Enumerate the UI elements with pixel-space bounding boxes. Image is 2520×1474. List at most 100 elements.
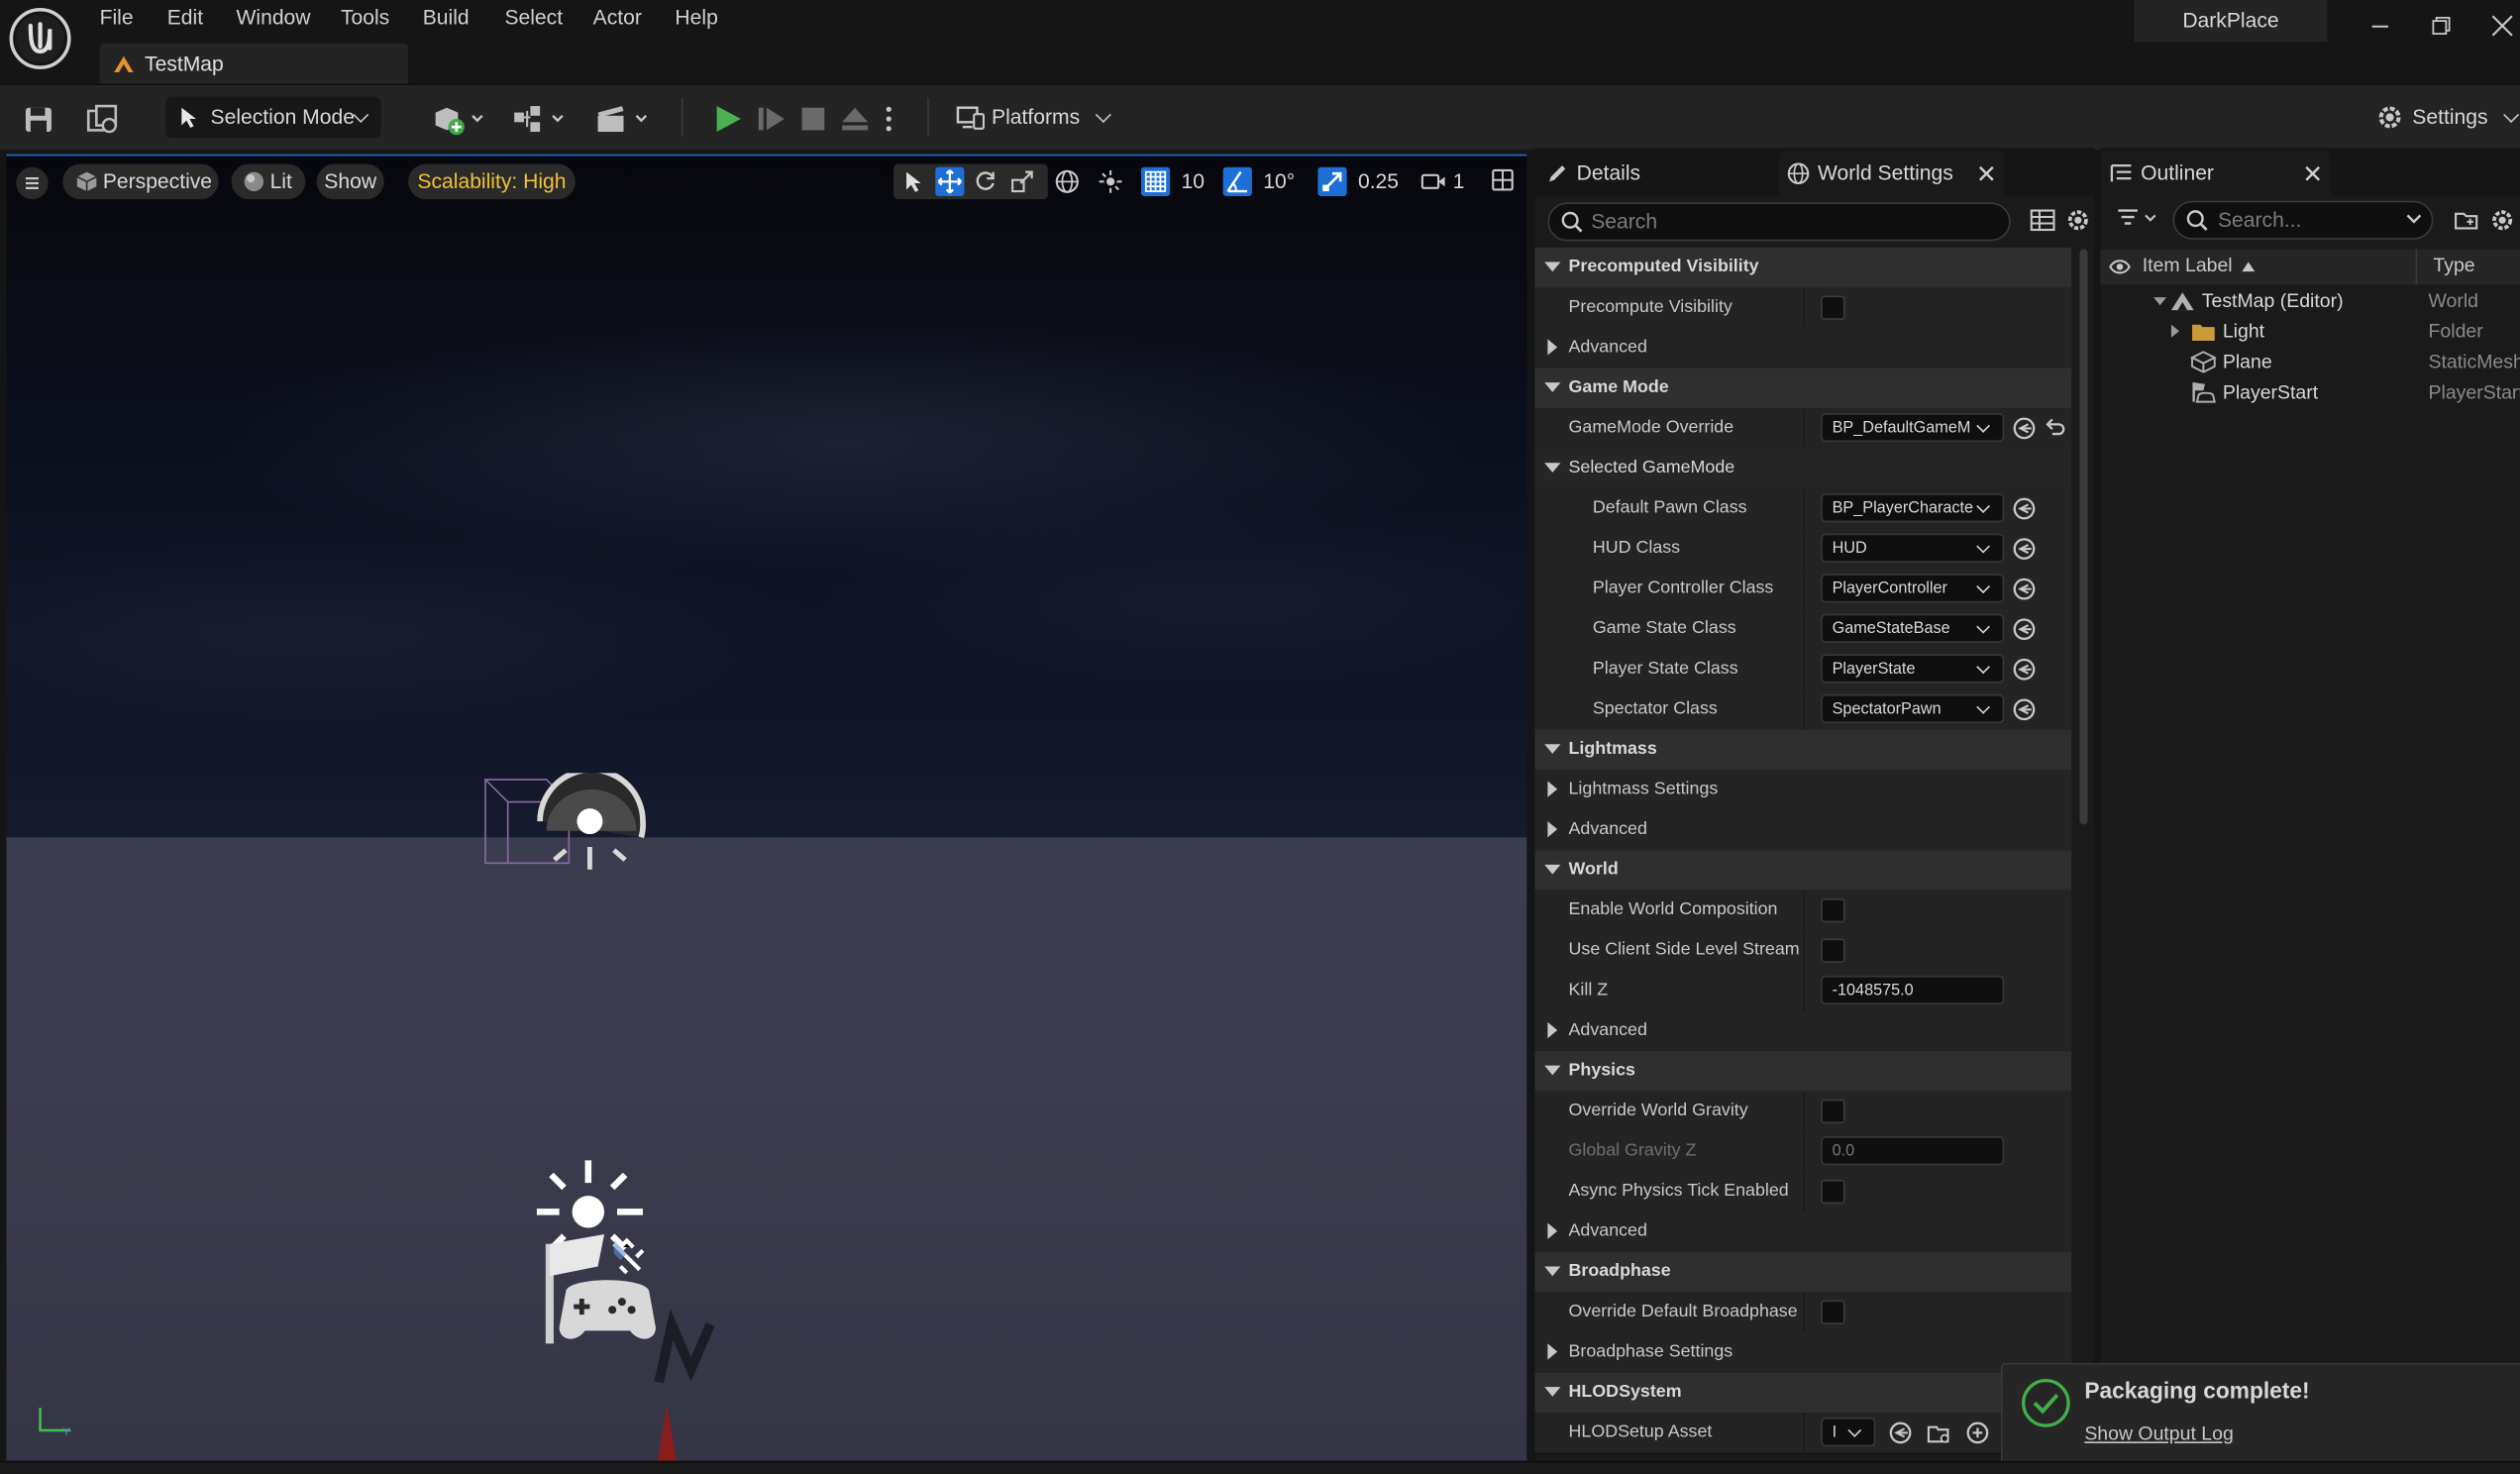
level-viewport[interactable]: Perspective Lit Show Scalability: High 1…	[6, 154, 1527, 1461]
property-row[interactable]: Advanced	[1534, 809, 2072, 852]
eject-icon[interactable]	[839, 103, 871, 135]
scale-snap-button[interactable]: 0.25	[1314, 163, 1405, 199]
expand-arrow-icon[interactable]	[1544, 1065, 1561, 1076]
filter-icon[interactable]	[2117, 207, 2158, 230]
outliner-item[interactable]: Plane StaticMesh	[2101, 347, 2520, 377]
outliner-search-input[interactable]: Search...	[2172, 200, 2434, 240]
number-input[interactable]: -1048575.0	[1821, 975, 2005, 1005]
class-picker-dropdown[interactable]: HUD	[1821, 533, 2005, 563]
property-row[interactable]: HLODSystem	[1534, 1372, 2072, 1415]
class-picker-dropdown[interactable]: BP_DefaultGameM	[1821, 412, 2005, 443]
property-checkbox[interactable]	[1821, 1300, 1845, 1324]
close-window-icon[interactable]	[2486, 10, 2518, 42]
menu-edit[interactable]: Edit	[167, 5, 203, 31]
menu-help[interactable]: Help	[675, 5, 717, 31]
unreal-logo-icon[interactable]	[8, 6, 72, 70]
tab-details[interactable]: Details	[1543, 152, 1768, 196]
expand-arrow-icon[interactable]	[1544, 1387, 1561, 1397]
cinematics-icon[interactable]	[594, 103, 652, 135]
table-view-icon[interactable]	[2030, 207, 2055, 233]
expand-arrow-icon[interactable]	[1544, 463, 1561, 474]
property-row[interactable]: Advanced	[1534, 327, 2072, 370]
camera-speed-button[interactable]: 1	[1418, 163, 1475, 199]
tab-outliner[interactable]: Outliner	[2100, 151, 2331, 196]
rotate-tool-icon[interactable]	[974, 170, 997, 193]
perspective-button[interactable]: Perspective	[62, 163, 219, 200]
scalability-button[interactable]: Scalability: High	[408, 163, 576, 200]
class-picker-dropdown[interactable]: SpectatorPawn	[1821, 693, 2005, 724]
details-scrollbar[interactable]	[2079, 249, 2088, 825]
browse-asset-icon[interactable]	[2012, 496, 2036, 520]
collapse-arrow-icon[interactable]	[1547, 1343, 1558, 1360]
settings-dropdown[interactable]: Settings	[2375, 96, 2520, 138]
menu-build[interactable]: Build	[423, 5, 470, 31]
rotation-snap-button[interactable]: 10°	[1219, 163, 1300, 199]
collapse-arrow-icon[interactable]	[1547, 1222, 1558, 1239]
save-icon[interactable]	[23, 103, 54, 135]
surface-snap-icon[interactable]	[1098, 168, 1123, 194]
asset-picker-dropdown[interactable]: I	[1821, 1418, 1876, 1447]
content-browser-icon[interactable]	[85, 103, 118, 135]
close-tab-icon[interactable]	[1978, 165, 1994, 181]
browse-asset-icon[interactable]	[2012, 577, 2036, 600]
expand-arrow-icon[interactable]	[1544, 864, 1561, 875]
stop-icon[interactable]	[797, 103, 829, 135]
property-row[interactable]: Advanced	[1534, 1010, 2072, 1053]
outliner-item[interactable]: Light Folder	[2101, 317, 2520, 348]
collapse-arrow-icon[interactable]	[1547, 1021, 1558, 1039]
browse-asset-icon[interactable]	[2012, 537, 2036, 561]
skylight-actor-icon[interactable]	[482, 773, 659, 886]
menu-actor[interactable]: Actor	[593, 5, 642, 31]
tab-testmap[interactable]: TestMap	[99, 43, 409, 84]
browse-asset-icon[interactable]	[2012, 658, 2036, 682]
browse-asset-icon[interactable]	[2012, 617, 2036, 641]
collapse-arrow-icon[interactable]	[2170, 324, 2180, 338]
selection-mode-dropdown[interactable]: Selection Mode	[165, 96, 381, 139]
play-icon[interactable]	[712, 103, 744, 135]
add-asset-icon[interactable]	[1965, 1421, 1989, 1444]
class-picker-dropdown[interactable]: GameStateBase	[1821, 613, 2005, 643]
outliner-item[interactable]: PlayerStart PlayerStart	[2101, 377, 2520, 408]
property-row[interactable]: Precomputed Visibility	[1534, 247, 2072, 290]
property-row[interactable]: Broadphase Settings	[1534, 1332, 2072, 1375]
menu-tools[interactable]: Tools	[341, 5, 389, 31]
blueprints-icon[interactable]	[511, 103, 569, 135]
minimize-icon[interactable]	[2364, 10, 2396, 42]
property-row[interactable]: Advanced	[1534, 1211, 2072, 1254]
class-picker-dropdown[interactable]: PlayerController	[1821, 574, 2005, 603]
property-row[interactable]: World	[1534, 850, 2072, 893]
browse-folder-icon[interactable]	[1927, 1421, 1950, 1444]
move-tool-icon[interactable]	[935, 166, 965, 196]
property-row[interactable]: Game Mode	[1534, 368, 2072, 410]
reset-to-default-icon[interactable]	[2043, 416, 2066, 440]
show-output-log-link[interactable]: Show Output Log	[2084, 1422, 2233, 1445]
expand-arrow-icon[interactable]	[1544, 744, 1561, 754]
platforms-dropdown[interactable]: Platforms	[956, 96, 1111, 138]
column-type[interactable]: Type	[2433, 254, 2474, 276]
property-row[interactable]: Broadphase	[1534, 1251, 2072, 1295]
property-checkbox[interactable]	[1821, 938, 1845, 963]
column-item-label[interactable]: Item Label	[2143, 254, 2233, 276]
browse-asset-icon[interactable]	[2012, 697, 2036, 721]
menu-file[interactable]: File	[100, 5, 134, 31]
world-local-icon[interactable]	[1054, 168, 1080, 194]
class-picker-dropdown[interactable]: BP_PlayerCharacte	[1821, 493, 2005, 523]
class-picker-dropdown[interactable]: PlayerState	[1821, 654, 2005, 684]
viewport-layout-icon[interactable]	[1490, 167, 1516, 193]
property-checkbox[interactable]	[1821, 1099, 1845, 1124]
menu-window[interactable]: Window	[237, 5, 311, 31]
property-row[interactable]: Lightmass Settings	[1534, 770, 2072, 812]
outliner-item[interactable]: TestMap (Editor) World	[2101, 286, 2520, 317]
details-settings-icon[interactable]	[2065, 207, 2091, 233]
add-actor-icon[interactable]	[431, 103, 488, 136]
visibility-eye-icon[interactable]	[2109, 258, 2132, 276]
lit-button[interactable]: Lit	[231, 163, 306, 200]
collapse-arrow-icon[interactable]	[1547, 339, 1558, 356]
viewport-menu-icon[interactable]	[16, 166, 49, 200]
play-options-icon[interactable]	[881, 103, 896, 135]
property-row[interactable]: Lightmass	[1534, 729, 2072, 772]
collapse-arrow-icon[interactable]	[1547, 821, 1558, 838]
select-tool-icon[interactable]	[901, 170, 924, 193]
details-search-input[interactable]: Search	[1547, 202, 2011, 242]
expand-arrow-icon[interactable]	[1544, 1266, 1561, 1277]
